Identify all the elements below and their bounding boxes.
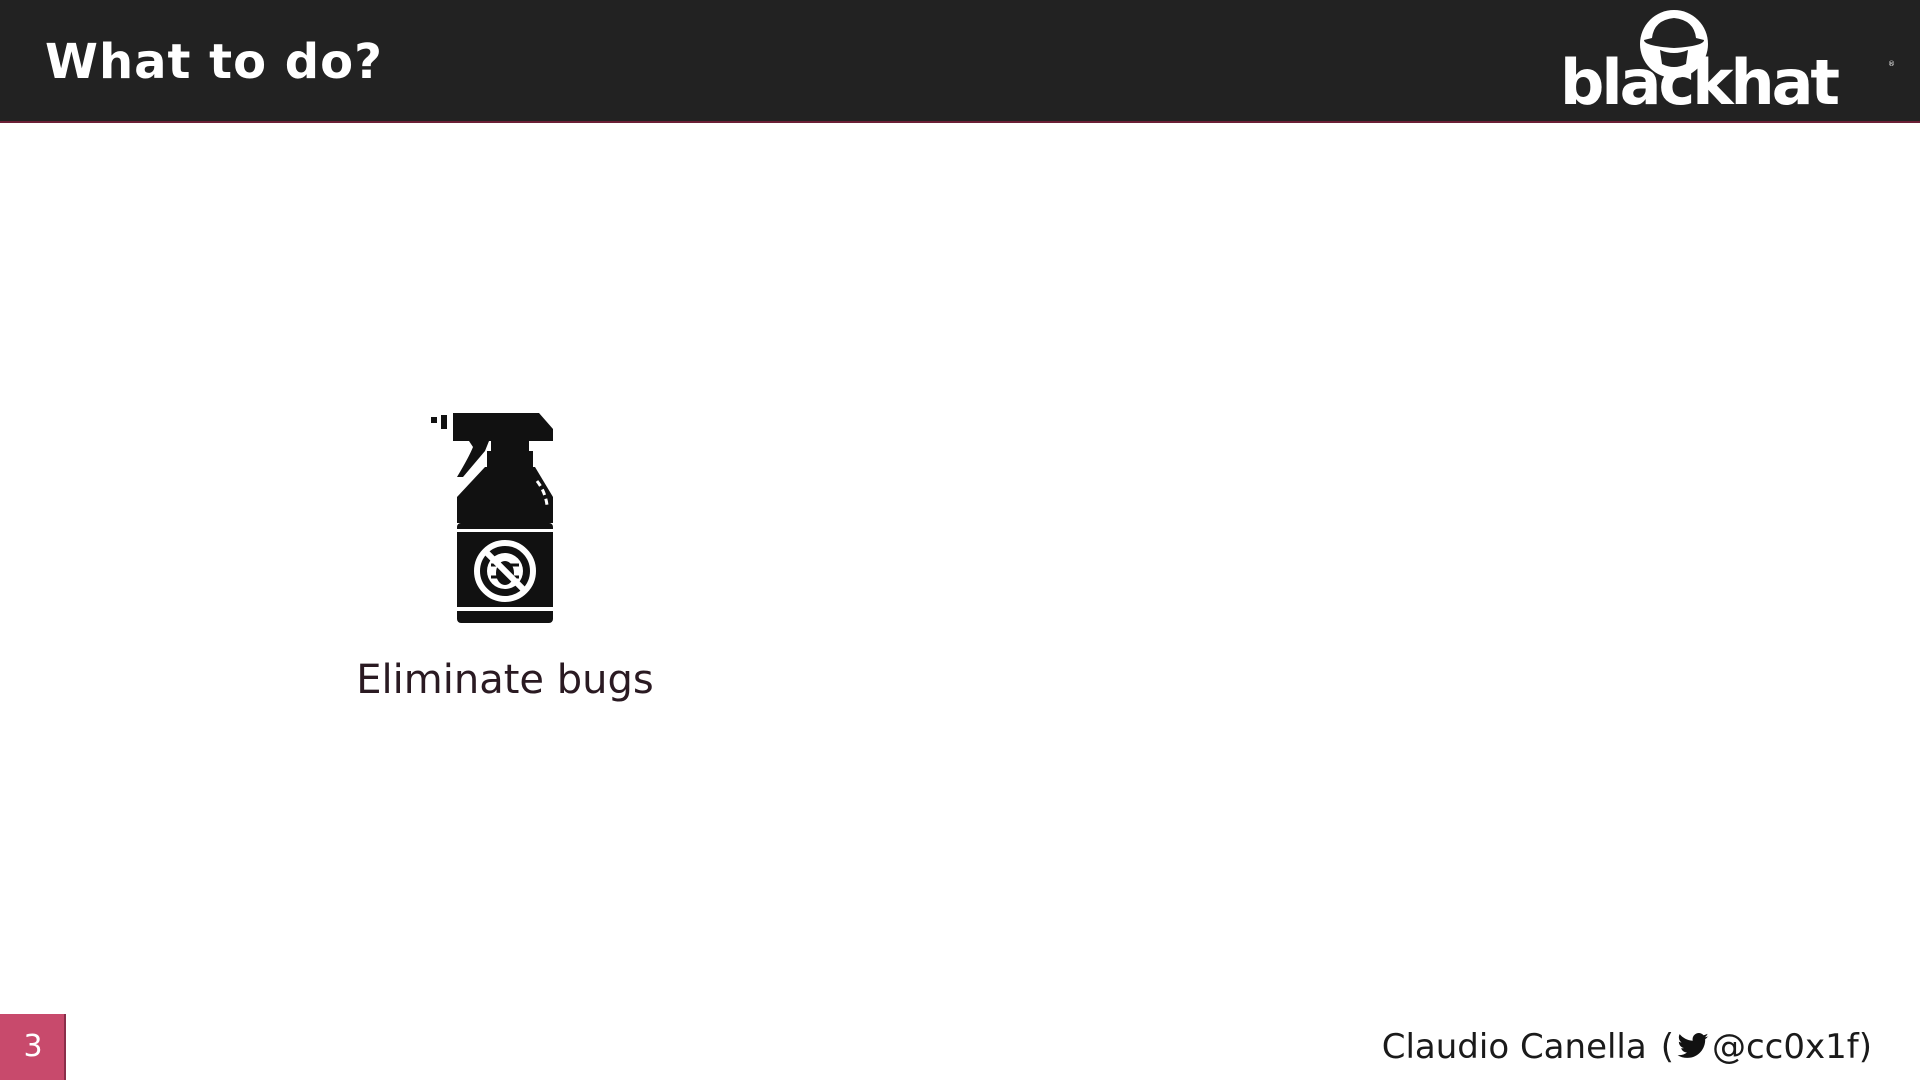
- logo-trademark: ®: [1888, 60, 1895, 68]
- twitter-bird-icon: [1677, 1033, 1709, 1058]
- page-number-box: 3: [0, 1014, 66, 1080]
- slide-header: What to do? blackhat ®: [0, 0, 1920, 123]
- eliminate-bugs-label: Eliminate bugs: [356, 657, 654, 703]
- blackhat-logo: blackhat ®: [1560, 8, 1900, 118]
- page-number: 3: [23, 1029, 43, 1064]
- spray-bottle-no-bug-icon: [431, 413, 553, 623]
- content-item: Eliminate bugs: [330, 405, 680, 725]
- footer-author: Claudio Canella ( @cc0x1f ): [1382, 1022, 1872, 1072]
- slide-title: What to do?: [45, 34, 383, 90]
- close-paren: ): [1858, 1027, 1872, 1067]
- open-paren: (: [1660, 1027, 1674, 1067]
- author-name: Claudio Canella: [1381, 1027, 1647, 1067]
- twitter-handle: @cc0x1f: [1711, 1027, 1859, 1067]
- slide: What to do? blackhat ® Eliminate bugs 3 …: [0, 0, 1920, 1080]
- logo-wordmark: blackhat: [1560, 46, 1840, 119]
